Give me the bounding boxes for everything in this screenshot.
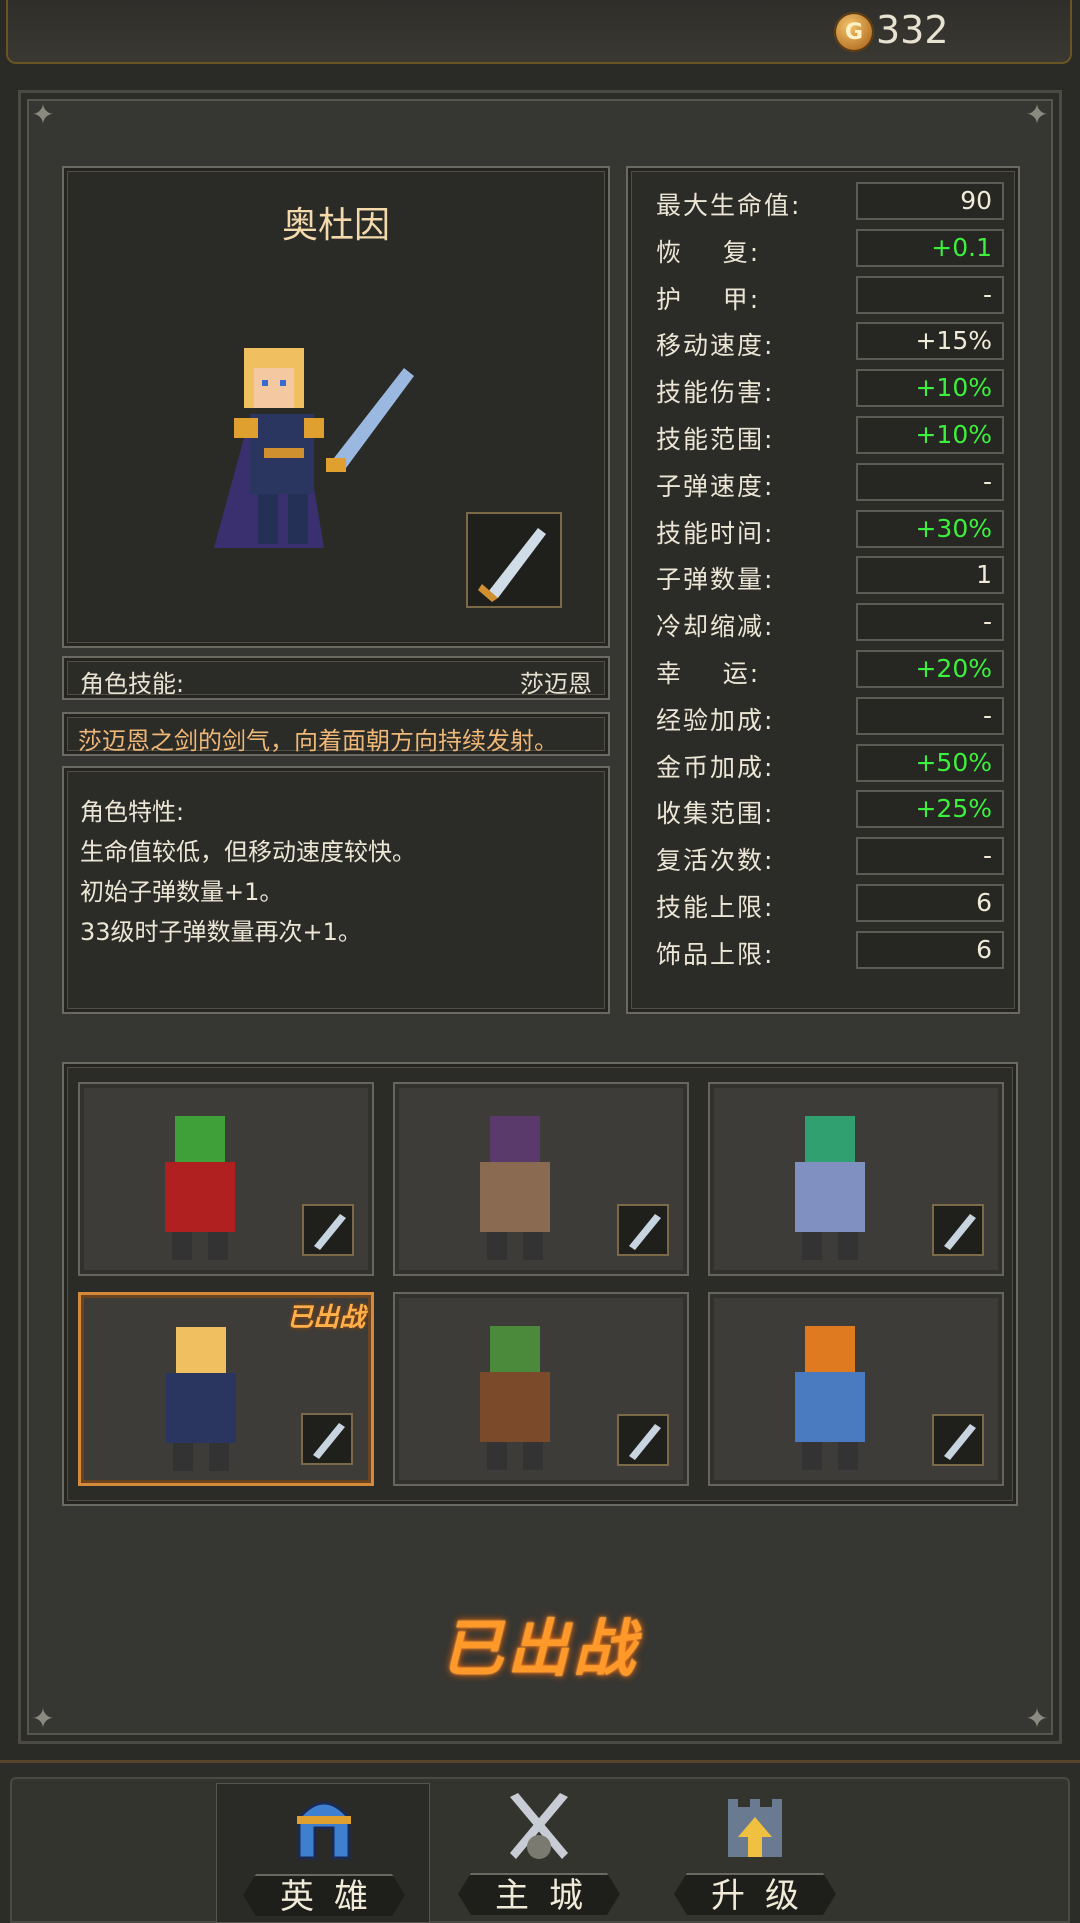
corner-ornament-icon: ✦: [31, 98, 55, 131]
stat-value: +20%: [856, 650, 1004, 688]
skill-name: 莎迈恩: [520, 670, 592, 698]
corner-ornament-icon: ✦: [1025, 98, 1049, 131]
stat-label: 子弹速度:: [656, 471, 775, 501]
weapon-slot[interactable]: [617, 1204, 669, 1256]
stat-value: -: [856, 837, 1004, 876]
trait-line: 生命值较低，但移动速度较快。: [80, 838, 416, 866]
tab-upgrade[interactable]: 升级: [648, 1783, 862, 1923]
stat-value: +15%: [856, 322, 1004, 361]
dwarf-hero-icon: [795, 1326, 865, 1470]
stat-label: 复活次数:: [656, 846, 775, 876]
stat-label: 移动速度:: [656, 331, 775, 361]
stat-label: 技能时间:: [656, 518, 775, 548]
hero-slot[interactable]: 已出战: [78, 1292, 374, 1486]
stat-value: 6: [856, 930, 1004, 969]
stat-value: +25%: [856, 790, 1004, 829]
traits-box: 角色特性: 生命值较低，但移动速度较快。 初始子弹数量+1。 33级时子弹数量再…: [62, 766, 610, 1014]
hero-roster: 已出战: [62, 1062, 1018, 1506]
skill-row: 角色技能: 莎迈恩: [62, 656, 610, 700]
goblin-hero-icon: [165, 1116, 235, 1260]
stat-value: +50%: [856, 743, 1004, 782]
weapon-slot[interactable]: [466, 512, 562, 608]
top-bar: G 332: [6, 0, 1072, 64]
hero-slot[interactable]: [393, 1292, 689, 1486]
stat-label: 冷却缩减:: [656, 612, 775, 642]
hero-slot[interactable]: [708, 1082, 1004, 1276]
stat-label: 金币加成:: [656, 752, 775, 782]
tab-main-city[interactable]: 主城: [432, 1783, 646, 1923]
tab-label: 主城: [458, 1873, 620, 1915]
weapon-slot[interactable]: [301, 1413, 353, 1465]
hammer-icon: [629, 1424, 661, 1460]
weapon-slot[interactable]: [932, 1414, 984, 1466]
bottom-nav: 英雄 主城 升级: [0, 1760, 1080, 1923]
elf-archer-hero-icon: [795, 1116, 865, 1260]
stat-value: 6: [856, 884, 1004, 922]
sword-icon: [478, 528, 546, 602]
stat-value: -: [856, 462, 1004, 501]
skill-label: 角色技能:: [80, 670, 185, 698]
traits-title: 角色特性:: [80, 798, 185, 826]
crossed-swords-icon: [510, 1793, 568, 1859]
orc-warrior-hero-icon: [480, 1326, 550, 1470]
sword-icon: [313, 1423, 345, 1459]
stat-label: 技能范围:: [656, 425, 775, 454]
stat-label: 技能伤害:: [656, 378, 775, 408]
stat-value: +0.1: [856, 228, 1004, 267]
tab-label: 英雄: [243, 1874, 405, 1916]
hero-name: 奥杜因: [281, 205, 390, 246]
stat-value: +30%: [856, 509, 1004, 548]
stat-label: 最大生命值:: [656, 191, 802, 220]
stat-value: -: [856, 275, 1004, 314]
hero-portrait-icon: [214, 348, 414, 548]
hero-slot[interactable]: [393, 1082, 689, 1276]
stat-label: 恢 复:: [656, 237, 761, 267]
helmet-icon: [297, 1801, 351, 1860]
gold-coin-icon: G: [834, 12, 874, 52]
skill-description-box: 莎迈恩之剑的剑气，向着面朝方向持续发射。: [62, 712, 610, 756]
stat-value: 90: [856, 182, 1004, 220]
stat-value: -: [856, 603, 1004, 642]
stat-label: 子弹数量:: [656, 565, 775, 595]
stat-label: 幸 运:: [656, 659, 761, 688]
axe-icon: [944, 1424, 976, 1460]
hero-slot[interactable]: [708, 1292, 1004, 1486]
hero-slot[interactable]: [78, 1082, 374, 1276]
skill-description: 莎迈恩之剑的剑气，向着面朝方向持续发射。: [78, 727, 558, 755]
stat-label: 技能上限:: [656, 893, 775, 922]
stat-label: 收集范围:: [656, 799, 775, 829]
stats-panel: 最大生命值: 90 恢 复: +0.1 护 甲: - 移动速度: +15% 技能伤害: +10% 技…: [626, 166, 1020, 1014]
tab-label: 升级: [674, 1873, 836, 1915]
weapon-slot[interactable]: [932, 1204, 984, 1256]
purple-gem-icon: [944, 1214, 976, 1250]
trait-line: 33级时子弹数量再次+1。: [80, 918, 362, 946]
stat-label: 护 甲:: [656, 284, 761, 314]
hero-portrait-panel: 奥杜因: [62, 166, 610, 648]
weapon-slot[interactable]: [302, 1204, 354, 1256]
stat-value: +10%: [856, 369, 1004, 408]
staff-icon: [629, 1214, 661, 1250]
deployed-tag: 已出战: [286, 1303, 365, 1333]
corner-ornament-icon: ✦: [31, 1702, 55, 1735]
corner-ornament-icon: ✦: [1025, 1702, 1049, 1735]
deploy-status-button[interactable]: 已出战: [0, 1598, 1080, 1688]
blonde-swordsman-hero-icon: [166, 1327, 236, 1471]
weapon-slot[interactable]: [617, 1414, 669, 1466]
stat-value: 1: [856, 556, 1004, 595]
stat-value: +10%: [856, 416, 1004, 454]
gold-amount: 332: [876, 8, 949, 52]
scimitar-icon: [314, 1214, 346, 1250]
trait-line: 初始子弹数量+1。: [80, 878, 284, 906]
stat-label: 饰品上限:: [656, 939, 775, 969]
stat-value: -: [856, 696, 1004, 735]
tab-heroes[interactable]: 英雄: [216, 1783, 430, 1923]
castle-upgrade-icon: [728, 1799, 782, 1857]
stat-label: 经验加成:: [656, 705, 775, 735]
hooded-mage-hero-icon: [480, 1116, 550, 1260]
